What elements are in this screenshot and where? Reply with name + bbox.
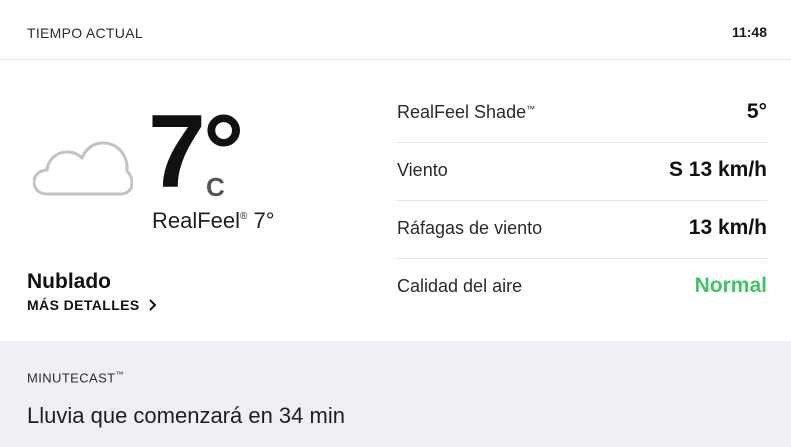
detail-row-wind: Viento S 13 km/h [397, 143, 767, 201]
realfeel-value: 7° [253, 208, 275, 233]
detail-label: Calidad del aire [397, 276, 523, 296]
current-time: 11:48 [731, 24, 767, 40]
trademark-mark: ™ [115, 370, 124, 379]
more-details-link[interactable]: MÁS DETALLES [27, 297, 158, 313]
registered-mark: ® [240, 211, 248, 222]
trademark-mark: ™ [526, 104, 536, 114]
detail-value: S 13 km/h [668, 158, 767, 181]
detail-row-wind-gusts: Ráfagas de viento 13 km/h [397, 201, 767, 259]
weather-details-list: RealFeel Shade™ 5° Viento S 13 km/h Ráfa… [397, 85, 767, 317]
realfeel-label: RealFeel [152, 208, 241, 233]
chevron-right-icon [148, 299, 157, 311]
detail-value: 5° [746, 100, 767, 123]
realfeel: RealFeel® 7° [152, 208, 275, 234]
temperature-unit: C [206, 172, 225, 202]
cloud-icon [33, 141, 133, 196]
current-weather-header: TIEMPO ACTUAL 11:48 [0, 0, 791, 60]
minutecast-title: MINUTECAST™ [27, 370, 124, 386]
air-quality-value: Normal [694, 274, 767, 297]
weather-condition: Nublado [27, 270, 111, 293]
detail-row-air-quality: Calidad del aire Normal [397, 259, 767, 317]
minutecast-summary: Lluvia que comenzará en 34 min [27, 403, 345, 428]
temperature: 7° [148, 94, 244, 210]
section-title: TIEMPO ACTUAL [27, 25, 143, 41]
detail-value: 13 km/h [688, 216, 767, 239]
detail-label: RealFeel Shade™ [397, 102, 536, 122]
detail-row-realfeel-shade: RealFeel Shade™ 5° [397, 85, 767, 143]
detail-label: Ráfagas de viento [397, 218, 543, 238]
detail-label: Viento [397, 160, 448, 180]
minutecast-panel[interactable]: MINUTECAST™ Lluvia que comenzará en 34 m… [0, 341, 791, 447]
more-details-label: MÁS DETALLES [27, 297, 140, 313]
